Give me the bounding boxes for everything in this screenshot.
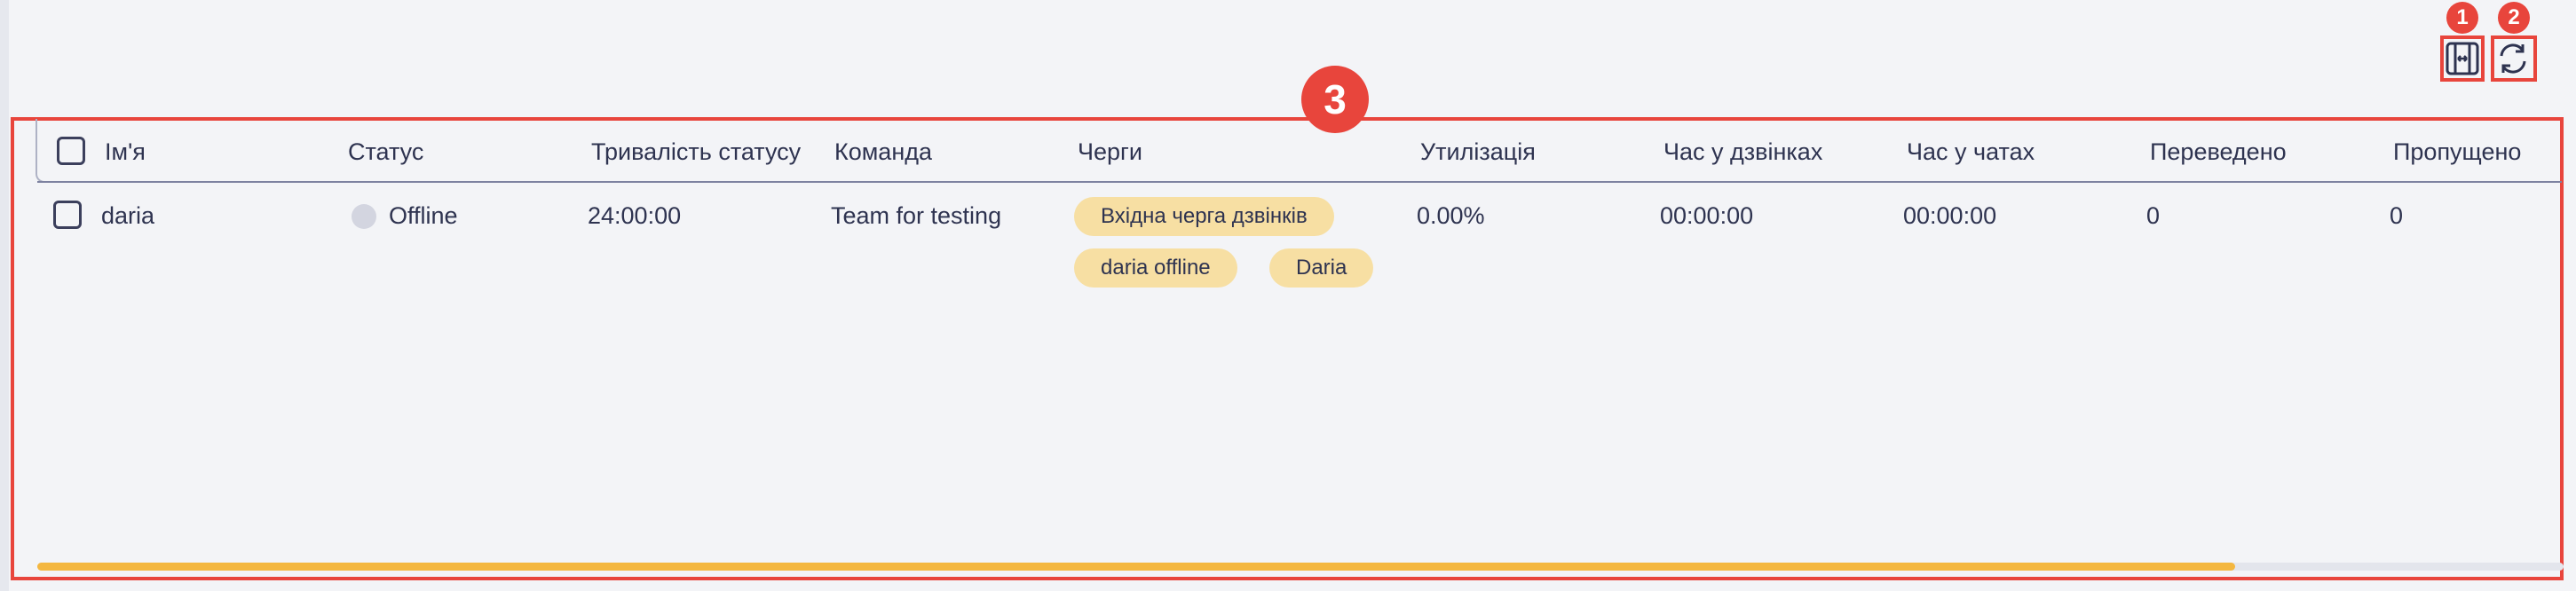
- queue-tag: daria offline: [1074, 248, 1237, 288]
- column-header-status-duration[interactable]: Тривалість статусу: [591, 138, 801, 166]
- cell-status-duration: 24:00:00: [588, 202, 682, 229]
- left-edge: [0, 0, 9, 591]
- cell-missed: 0: [2390, 202, 2404, 229]
- column-header-call-time[interactable]: Час у дзвінках: [1663, 138, 1822, 166]
- column-header-team[interactable]: Команда: [834, 138, 932, 166]
- annotation-box-1: [2440, 35, 2485, 82]
- column-header-queues[interactable]: Черги: [1078, 138, 1142, 166]
- column-header-status[interactable]: Статус: [348, 138, 423, 166]
- annotation-box-2: [2491, 35, 2537, 82]
- status-offline-icon: [352, 204, 376, 229]
- table-row[interactable]: daria Offline 24:00:00 Team for testing …: [36, 183, 2562, 307]
- column-header-utilization[interactable]: Утилізація: [1420, 138, 1536, 166]
- annotation-badge-2: 2: [2498, 2, 2530, 34]
- table-header: Ім'я Статус Тривалість статусу Команда Ч…: [36, 119, 2562, 183]
- row-checkbox[interactable]: [53, 201, 82, 229]
- scrollbar-thumb[interactable]: [37, 563, 2236, 571]
- cell-utilization: 0.00%: [1417, 202, 1485, 229]
- cell-chat-time: 00:00:00: [1903, 202, 1997, 229]
- cell-transferred: 0: [2146, 202, 2161, 229]
- annotation-badge-1: 1: [2446, 2, 2478, 34]
- column-header-missed[interactable]: Пропущено: [2393, 138, 2521, 166]
- cell-status: Offline: [389, 202, 458, 229]
- page: 1 2 3 Ім'я Статус Тривалість статусу Ком…: [0, 0, 2576, 591]
- horizontal-scrollbar[interactable]: [37, 563, 2564, 571]
- queue-tag: Daria: [1269, 248, 1374, 288]
- select-all-checkbox[interactable]: [57, 137, 85, 165]
- cell-call-time: 00:00:00: [1660, 202, 1754, 229]
- cell-name: daria: [101, 202, 155, 229]
- agents-table: Ім'я Статус Тривалість статусу Команда Ч…: [36, 119, 2562, 307]
- cell-team: Team for testing: [831, 202, 1002, 229]
- column-header-transferred[interactable]: Переведено: [2150, 138, 2287, 166]
- column-header-chat-time[interactable]: Час у чатах: [1907, 138, 2035, 166]
- agents-table-panel: Ім'я Статус Тривалість статусу Команда Ч…: [12, 119, 2564, 577]
- queue-tag: Вхідна черга дзвінків: [1074, 197, 1334, 236]
- column-header-name[interactable]: Ім'я: [105, 138, 146, 166]
